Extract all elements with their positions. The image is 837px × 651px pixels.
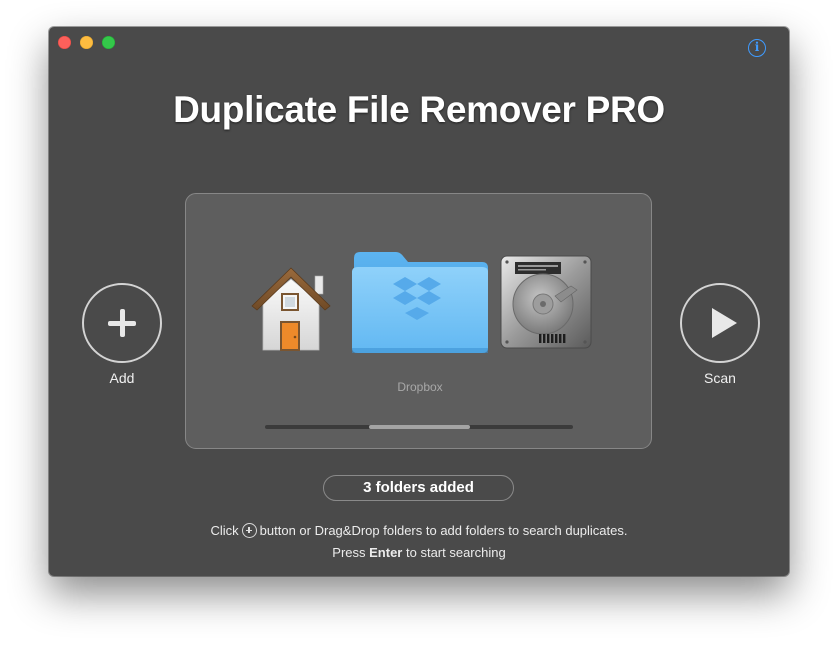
hint-click-text: Click: [210, 523, 239, 538]
hint-enter-key: Enter: [369, 545, 403, 560]
folders-count-badge: 3 folders added: [323, 475, 514, 501]
minimize-window-button[interactable]: [80, 36, 93, 49]
folders-scrollbar-thumb[interactable]: [369, 425, 470, 429]
folders-drop-area[interactable]: Dropbox: [185, 193, 652, 449]
app-window: i Duplicate File Remover PRO Add Scan Dr…: [49, 27, 789, 576]
folders-scrollbar[interactable]: [265, 425, 573, 429]
add-button-label: Add: [109, 370, 135, 386]
home-folder-icon[interactable]: [244, 246, 338, 356]
info-icon[interactable]: i: [748, 39, 766, 57]
hint-drag-text: button or Drag&Drop folders to add folde…: [259, 523, 628, 538]
hint-start-text: to start searching: [406, 545, 506, 560]
app-title: Duplicate File Remover PRO: [173, 89, 665, 130]
scan-hint-text: Press Enter to start searching: [49, 545, 789, 560]
folder-name-label: Dropbox: [397, 380, 443, 394]
hard-drive-icon[interactable]: [497, 246, 595, 356]
inline-plus-icon: [241, 523, 257, 538]
add-hint-text: Click button or Drag&Drop folders to add …: [49, 523, 789, 538]
hint-press-text: Press: [332, 545, 366, 560]
scan-button[interactable]: [680, 283, 760, 363]
zoom-window-button[interactable]: [102, 36, 115, 49]
close-window-button[interactable]: [58, 36, 71, 49]
scan-button-label: Scan: [704, 370, 736, 386]
play-icon: [712, 308, 737, 338]
dropbox-folder-icon[interactable]: [350, 246, 490, 356]
add-button[interactable]: [82, 283, 162, 363]
